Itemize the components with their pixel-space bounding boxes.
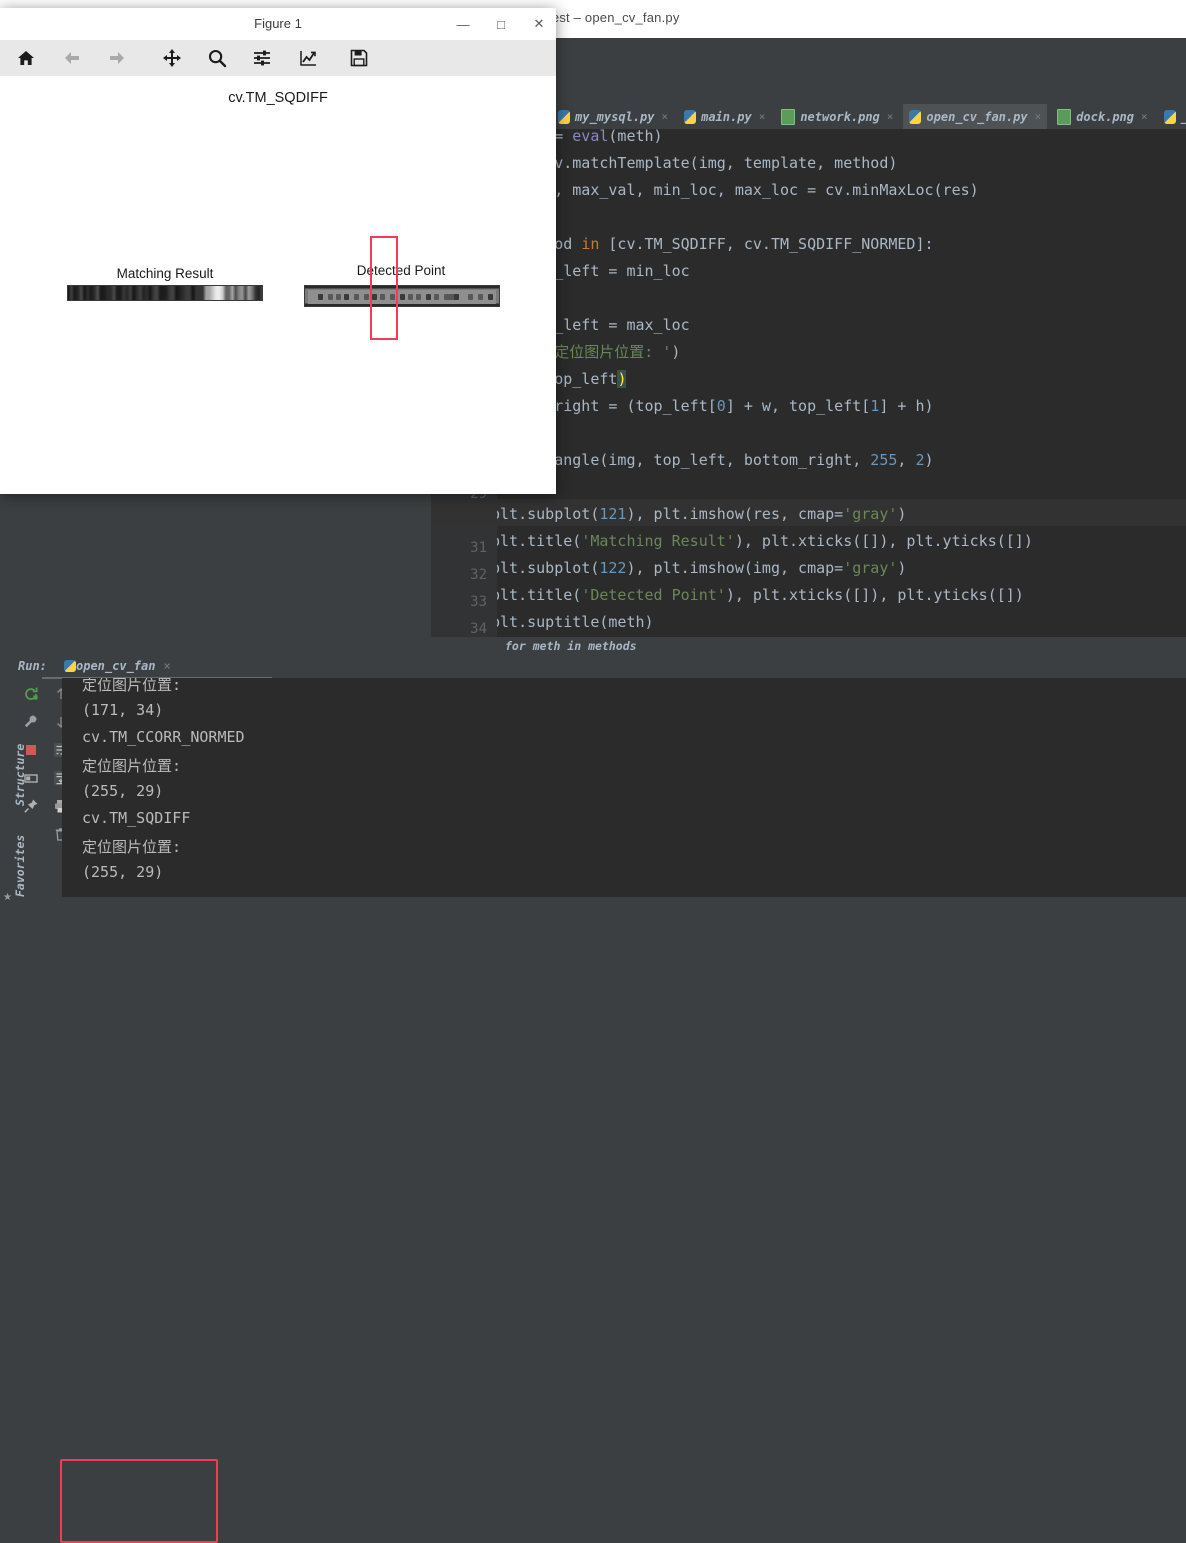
matplotlib-figure-window[interactable]: Figure 1 — □ ✕ cv.TM_SQDIFF Matching Res… [0, 8, 556, 494]
code-line[interactable]: plt.subplot(122), plt.imshow(img, cmap='… [497, 555, 906, 582]
editor-tab-label: my_mysql.py [575, 109, 655, 124]
close-icon[interactable]: × [1141, 110, 1148, 123]
python-file-icon [909, 109, 922, 124]
console-line: 定位图片位置: [82, 757, 182, 775]
console-line: 定位图片位置: [82, 838, 182, 856]
line-number: 34 [470, 621, 487, 637]
editor-tab-label: open_cv_fan.py [926, 109, 1028, 124]
console-line: 定位图片位置: [82, 678, 182, 694]
console-annotation-box [60, 1459, 218, 1543]
python-file-icon [1163, 109, 1176, 124]
run-console-output[interactable]: 定位图片位置: (171, 34) cv.TM_CCORR_NORMED 定位图片位置… [62, 678, 1186, 897]
python-file-icon [64, 660, 76, 672]
run-tool-header: Run: open_cv_fan × [0, 656, 1186, 679]
edit-axis-curve-icon[interactable] [294, 44, 322, 72]
close-icon[interactable]: × [163, 659, 170, 673]
console-line: (255, 29) [82, 863, 164, 881]
python-file-icon [684, 109, 697, 124]
code-line[interactable]: plt.subplot(121), plt.imshow(res, cmap='… [497, 501, 906, 528]
editor-tab-label: main.py [701, 109, 752, 124]
figure-canvas[interactable]: cv.TM_SQDIFF Matching Result Detected Po… [0, 76, 556, 494]
line-number: 31 [470, 540, 487, 556]
image-file-icon [781, 108, 796, 125]
line-number: 33 [470, 594, 487, 610]
editor-tab---init[interactable]: __init [1158, 104, 1186, 129]
editor-tab-label: __init [1181, 110, 1186, 124]
close-icon[interactable]: × [661, 110, 668, 123]
pan-move-icon[interactable] [158, 44, 186, 72]
editor-tab-network-png[interactable]: network.png × [775, 104, 899, 129]
line-number: 32 [470, 567, 487, 583]
matching-result-image [67, 285, 263, 301]
code-line[interactable]: cv.rectangle(img, top_left, bottom_right… [497, 447, 934, 474]
console-line: cv.TM_SQDIFF [82, 809, 191, 827]
code-line[interactable]: res = cv.matchTemplate(img, template, me… [497, 150, 897, 177]
console-line: (255, 29) [82, 782, 164, 800]
configure-subplots-icon[interactable] [248, 44, 276, 72]
sidebar-item-favorites[interactable]: Favorites [13, 656, 27, 897]
code-line[interactable]: if method in [cv.TM_SQDIFF, cv.TM_SQDIFF… [497, 231, 934, 258]
python-file-icon [558, 109, 570, 124]
run-tool-window: Run: open_cv_fan × 定位图片位置: (171, 34) cv.TM… [0, 656, 1186, 1543]
close-icon[interactable]: × [759, 110, 766, 123]
close-icon[interactable]: × [887, 110, 894, 123]
left-tool-stripe[interactable]: Structure Favorites ★ [0, 656, 27, 903]
subplot-title-matching-result: Matching Result [116, 266, 214, 281]
editor-code-area[interactable]: method = eval(meth)res = cv.matchTemplat… [497, 129, 1186, 656]
subplot-title-detected-point: Detected Point [356, 263, 446, 278]
editor-tab-label: dock.png [1076, 109, 1134, 124]
close-icon[interactable]: × [1035, 110, 1042, 123]
zoom-magnifier-icon[interactable] [203, 44, 231, 72]
editor-tab-open-cv-fan-py[interactable]: open_cv_fan.py × [903, 104, 1048, 129]
figure-suptitle: cv.TM_SQDIFF [228, 90, 328, 106]
code-line[interactable]: plt.suptitle(meth) [497, 609, 654, 636]
code-line[interactable]: min_val, max_val, min_loc, max_loc = cv.… [497, 177, 979, 204]
back-arrow-icon[interactable] [58, 44, 86, 72]
matplotlib-toolbar[interactable] [0, 40, 556, 77]
run-tab-label: open_cv_fan [76, 659, 156, 673]
code-line[interactable]: plt.title('Matching Result'), plt.xticks… [497, 528, 1033, 555]
image-file-icon [1057, 108, 1072, 125]
code-line[interactable]: plt.title('Detected Point'), plt.xticks(… [497, 582, 1024, 609]
editor-tab-main-py[interactable]: main.py × [678, 104, 771, 129]
home-icon[interactable] [12, 44, 40, 72]
close-icon[interactable]: ✕ [520, 8, 558, 40]
editor-tab-dock-png[interactable]: dock.png × [1051, 104, 1153, 129]
editor-tab-label: network.png [800, 109, 880, 124]
editor-breadcrumb[interactable]: for meth in methods [431, 637, 1186, 656]
detected-point-image [304, 285, 500, 307]
run-config-tab[interactable]: open_cv_fan × [64, 659, 171, 673]
forward-arrow-icon[interactable] [103, 44, 131, 72]
maximize-icon[interactable]: □ [482, 8, 520, 40]
figure-title-bar[interactable]: Figure 1 — □ ✕ [0, 8, 556, 41]
code-line[interactable]: bottom_right = (top_left[0] + w, top_lef… [497, 393, 934, 420]
save-floppy-icon[interactable] [345, 44, 373, 72]
figure-annotation-box [370, 236, 398, 340]
console-line: cv.TM_CCORR_NORMED [82, 728, 245, 746]
editor-tab-my-mysql-py[interactable]: my_mysql.py × [552, 104, 674, 129]
console-line: (171, 34) [82, 701, 164, 719]
minimize-icon[interactable]: — [444, 8, 482, 40]
